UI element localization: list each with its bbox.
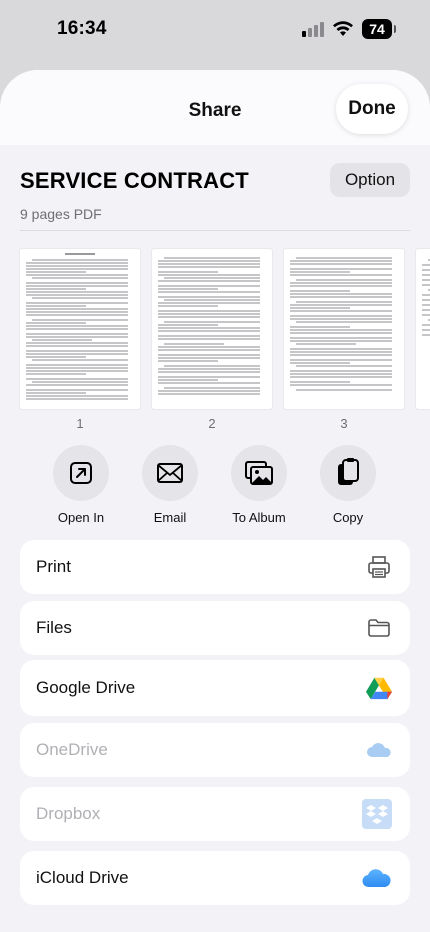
option-button[interactable]: Option (330, 163, 410, 197)
page-number: 1 (76, 416, 84, 431)
open-in-button[interactable]: Open In (31, 445, 131, 525)
page-thumbnail-2[interactable] (152, 249, 272, 409)
open-in-icon (70, 462, 92, 484)
page-thumbnail-4[interactable] (416, 249, 430, 409)
wifi-icon (333, 21, 353, 36)
page-thumbnails[interactable]: 1 2 3 (20, 249, 430, 449)
onedrive-icon (366, 737, 392, 763)
google-drive-icon (366, 675, 392, 701)
row-label: OneDrive (36, 740, 108, 759)
share-actions: Open In Email To Album Copy (0, 445, 430, 535)
status-time: 16:34 (57, 18, 107, 39)
page-number: 2 (208, 416, 216, 431)
document-subtitle: 9 pages PDF (20, 206, 102, 222)
row-label: Dropbox (36, 804, 101, 823)
row-label: Files (36, 618, 72, 637)
open-in-circle (53, 445, 109, 501)
status-bar: 16:34 74 (0, 0, 430, 60)
files-row[interactable]: Files (20, 601, 410, 655)
row-label: iCloud Drive (36, 868, 129, 887)
row-label: Print (36, 557, 71, 576)
printer-icon (366, 554, 392, 580)
photos-icon (245, 461, 273, 485)
copy-icon (338, 458, 359, 485)
email-circle (142, 445, 198, 501)
icloud-icon (362, 865, 392, 891)
copy-button[interactable]: Copy (298, 445, 398, 525)
dropbox-row: Dropbox (20, 787, 410, 841)
folder-icon (366, 615, 392, 641)
onedrive-row: OneDrive (20, 723, 410, 777)
to-album-circle (231, 445, 287, 501)
share-sheet: Share Done SERVICE CONTRACT 9 pages PDF … (0, 70, 430, 932)
page-number: 3 (340, 416, 348, 431)
row-label: Google Drive (36, 678, 136, 697)
document-title: SERVICE CONTRACT (20, 168, 249, 193)
action-label: To Album (232, 510, 286, 525)
page-thumbnail-3[interactable] (284, 249, 404, 409)
icloud-drive-row[interactable]: iCloud Drive (20, 851, 410, 905)
email-button[interactable]: Email (120, 445, 220, 525)
page-thumbnail-1[interactable] (20, 249, 140, 409)
status-icons: 74 (302, 18, 396, 40)
action-label: Open In (57, 510, 105, 525)
google-drive-row[interactable]: Google Drive (20, 660, 410, 716)
action-label: Copy (332, 510, 364, 525)
copy-circle (320, 445, 376, 501)
envelope-icon (157, 463, 183, 483)
cellular-signal-icon (302, 21, 324, 37)
divider (20, 230, 410, 231)
to-album-button[interactable]: To Album (209, 445, 309, 525)
battery-indicator: 74 (362, 19, 396, 39)
action-label: Email (153, 510, 187, 525)
dropbox-icon (362, 799, 392, 829)
done-button[interactable]: Done (336, 84, 408, 134)
print-row[interactable]: Print (20, 540, 410, 594)
sheet-header: Share Done (0, 70, 430, 145)
